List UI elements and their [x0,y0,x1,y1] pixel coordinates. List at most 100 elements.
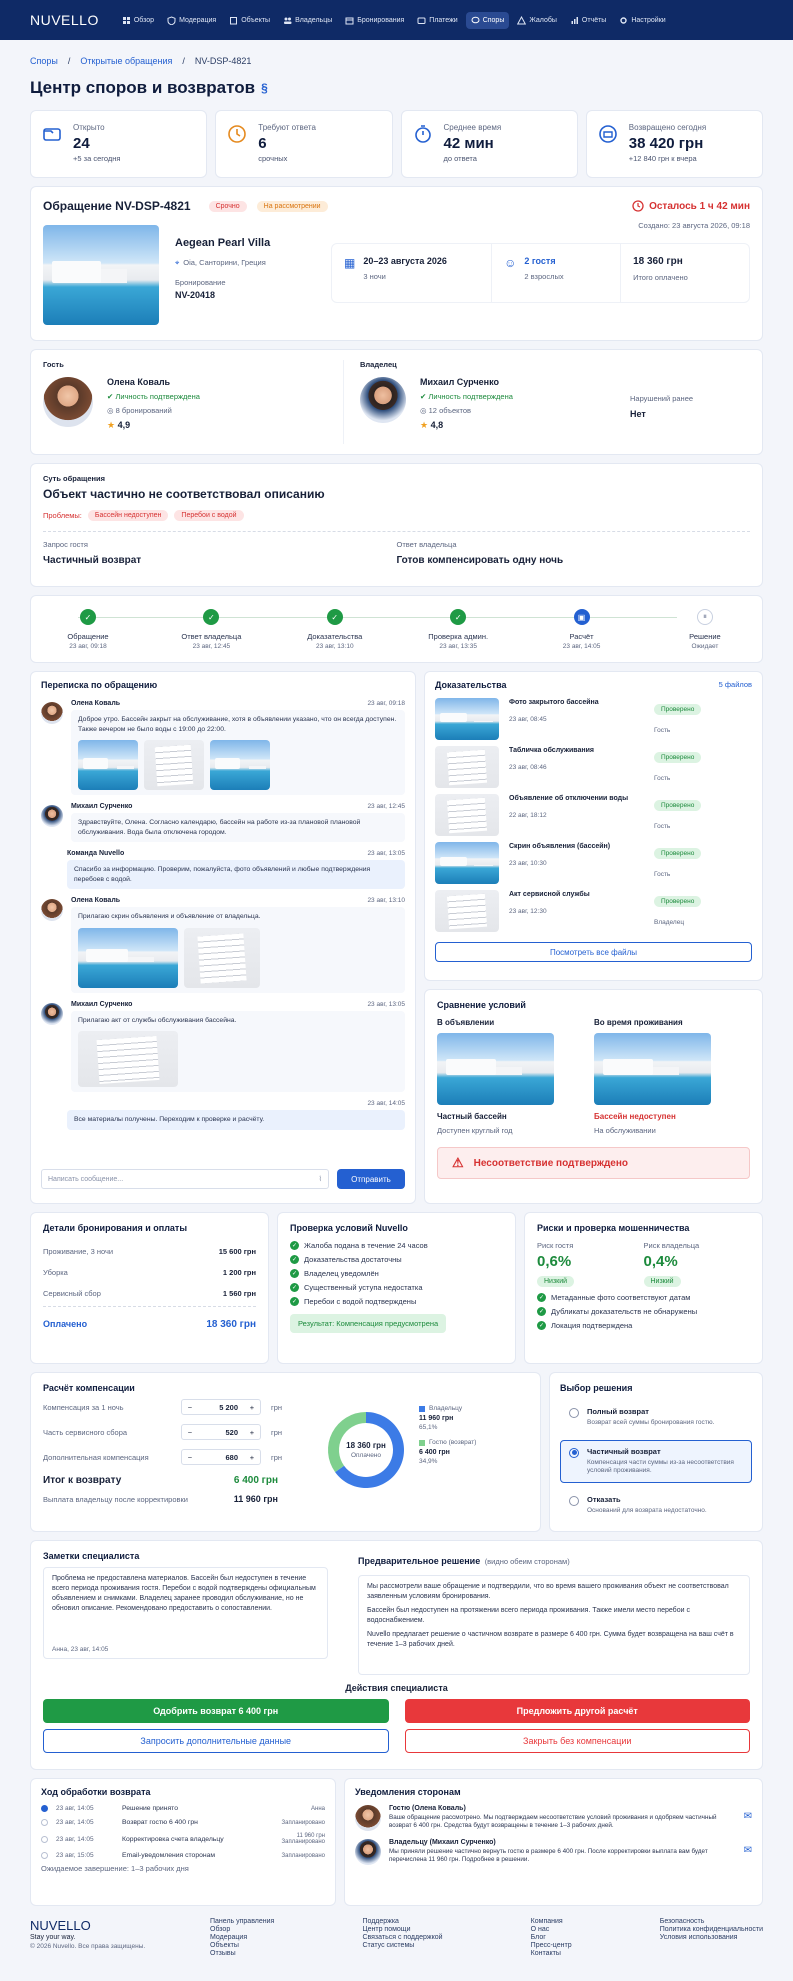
message-input[interactable]: Написать сообщение... ⌇ [41,1169,329,1189]
evidence-thumb[interactable] [435,842,499,884]
radio-button[interactable] [569,1408,579,1418]
decision-option[interactable]: Полный возврат Возврат всей суммы брониро… [560,1400,752,1435]
stepper-value[interactable]: 5 200 [198,1403,244,1412]
link-icon[interactable]: § [261,81,268,95]
step-label: Доказательства [307,632,363,641]
footer-link[interactable]: Отзывы [210,1950,274,1958]
footer-link[interactable]: Пресс-центр [531,1942,572,1950]
guest-avatar[interactable] [43,377,93,427]
footer-link[interactable]: О нас [531,1926,572,1934]
footer-link[interactable]: Условия использования [660,1934,763,1942]
radio-button[interactable] [569,1447,579,1458]
footer-link[interactable]: Обзор [210,1926,274,1934]
owner-avatar[interactable] [360,377,406,423]
breadcrumb-disputes[interactable]: Споры [30,56,58,66]
decision-option[interactable]: Отказать Оснований для возврата недостато… [560,1488,752,1523]
footer-link[interactable]: Объекты [210,1942,274,1950]
nav-item-7[interactable]: Споры [465,11,510,29]
minus-button[interactable]: − [182,1428,198,1437]
evidence-thumb[interactable] [435,890,499,932]
nav-item-10[interactable]: Настройки [614,12,670,29]
nav-item-5[interactable]: Бронирования [340,12,409,29]
mail-icon[interactable]: ✉ [744,1811,752,1822]
plus-button[interactable]: + [244,1453,260,1462]
stat-sub: +12 840 грн к вчера [628,154,697,163]
amount-stepper[interactable]: −520 + [181,1424,261,1440]
minus-button[interactable]: − [182,1453,198,1462]
footer-link[interactable]: Модерация [210,1934,274,1942]
footer-link[interactable]: Компания [531,1918,572,1926]
owner-name[interactable]: Михаил Сурченко [420,377,513,387]
evidence-item[interactable]: Скрин объявления (бассейн) 23 авг, 10:30 П… [435,842,752,884]
attachment-thumb[interactable] [78,927,178,988]
plus-button[interactable]: + [244,1428,260,1437]
booking-id[interactable]: NV-20418 [175,290,315,300]
attach-icon[interactable]: ⌇ [319,1175,322,1183]
notification-item: Гостю (Олена Коваль) Ваше обращение рассм… [355,1805,752,1831]
evidence-thumb[interactable] [435,746,499,788]
footer-link[interactable]: Статус системы [362,1942,442,1950]
footer-link[interactable]: Связаться с поддержкой [362,1934,442,1942]
attachment-thumb[interactable] [144,740,204,790]
mail-icon[interactable]: ✉ [744,1845,752,1856]
attachment-thumb[interactable] [210,740,270,790]
plus-button[interactable]: + [244,1403,260,1412]
propose-other-button[interactable]: Предложить другой расчёт [404,1699,750,1723]
evidence-thumb[interactable] [435,698,499,740]
footer-link[interactable]: Поддержка [362,1918,442,1926]
donut-center-value: 18 360 грн [346,1441,386,1450]
nav-item-3[interactable]: Объекты [224,12,275,29]
attachment-thumb[interactable] [184,927,260,988]
stat-card[interactable]: Открыто 24 +5 за сегодня [30,110,208,178]
notes-box[interactable]: Проблема не предоставлена материалов. Ба… [43,1567,328,1659]
evidence-item[interactable]: Объявление об отключении воды 22 авг, 18:… [435,794,752,836]
evidence-title: Доказательства [435,680,507,690]
prelim-box[interactable]: Мы рассмотрели ваше обращение и подтверд… [358,1575,750,1675]
amount-stepper[interactable]: −5 200 + [181,1399,261,1415]
footer-link[interactable]: Политика конфиденциальности [660,1926,763,1934]
close-no-comp-button[interactable]: Закрыть без компенсации [404,1729,750,1753]
nav-item-2[interactable]: Модерация [162,12,221,29]
nav-item-6[interactable]: Платежи [412,12,462,29]
stepper-value[interactable]: 520 [198,1428,244,1437]
property-name[interactable]: Aegean Pearl Villa [175,237,315,249]
stat-card[interactable]: Требуют ответа 6 срочных [215,110,393,178]
nav-item-9[interactable]: Отчёты [565,12,611,29]
breadcrumb-open[interactable]: Открытые обращения [80,56,172,66]
evidence-thumb[interactable] [435,794,499,836]
guest-name[interactable]: Олена Коваль [107,377,200,387]
nav-item-8[interactable]: Жалобы [512,12,562,29]
footer-logo[interactable]: NUVELLO [30,1918,190,1933]
radio-button[interactable] [569,1495,579,1506]
request-data-button[interactable]: Запросить дополнительные данные [43,1729,389,1753]
property-photo[interactable] [43,225,159,325]
footer-link[interactable]: Безопасность [660,1918,763,1926]
nav-item-1[interactable]: Обзор [117,12,159,29]
message-placeholder: Написать сообщение... [48,1175,124,1183]
decision-option[interactable]: Частичный возврат Компенсация части суммы… [560,1439,752,1483]
amount-stepper[interactable]: −680 + [181,1449,261,1465]
minus-button[interactable]: − [182,1403,198,1412]
approve-refund-button[interactable]: Одобрить возврат 6 400 грн [43,1699,389,1723]
listing-photo[interactable] [437,1033,554,1105]
stat-card[interactable]: Возвращено сегодня 38 420 грн +12 840 грн … [585,110,763,178]
evidence-item[interactable]: Фото закрытого бассейна 23 авг, 08:45 Пров… [435,698,752,740]
view-all-files-button[interactable]: Посмотреть все файлы [435,942,752,962]
footer-link[interactable]: Контакты [531,1950,572,1958]
attachment-thumb[interactable] [78,740,138,790]
attachment-thumb[interactable] [78,1031,178,1087]
send-button[interactable]: Отправить [337,1169,405,1189]
footer-link[interactable]: Блог [531,1934,572,1942]
footer-link[interactable]: Панель управления [210,1918,274,1926]
evidence-item[interactable]: Акт сервисной службы 23 авг, 12:30 Провере… [435,890,752,932]
stat-card[interactable]: Среднее время 42 мин до ответа [400,110,578,178]
logo[interactable]: NUVELLO [30,12,99,28]
booking-guests-sub: 2 взрослых [524,272,564,281]
nav-item-4[interactable]: Владельцы [278,12,337,29]
stay-photo[interactable] [594,1033,711,1105]
evidence-count[interactable]: 5 файлов [719,680,752,690]
guest-risk-value: 0,6% [537,1253,572,1270]
footer-link[interactable]: Центр помощи [362,1926,442,1934]
stepper-value[interactable]: 680 [198,1453,244,1462]
evidence-item[interactable]: Табличка обслуживания 23 авг, 08:46 Провер… [435,746,752,788]
